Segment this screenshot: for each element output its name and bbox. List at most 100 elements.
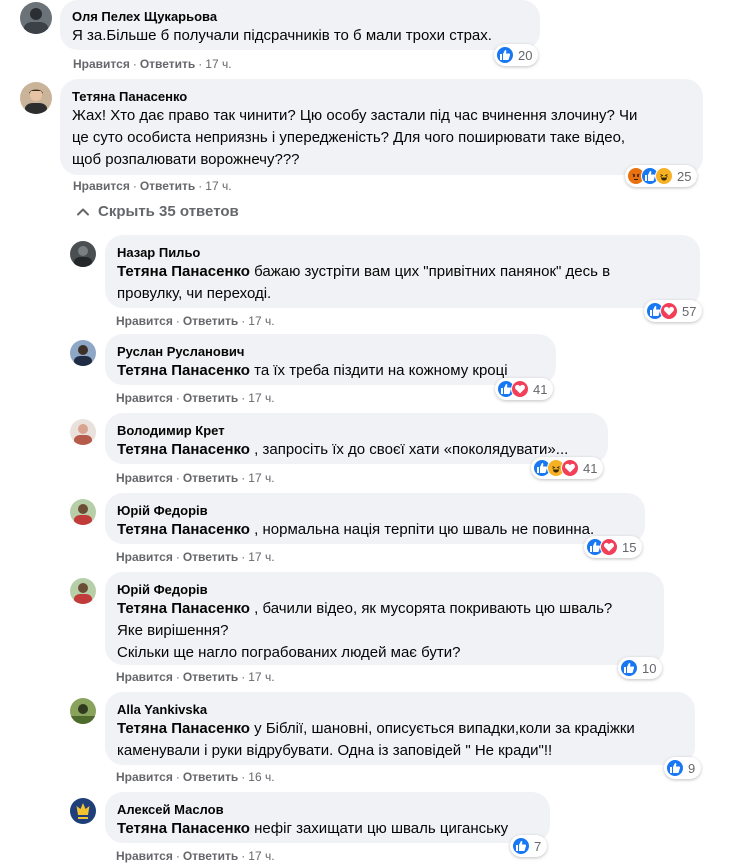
avatar[interactable] [70, 340, 96, 366]
like-button[interactable]: Нравится [73, 179, 130, 193]
reaction-summary[interactable]: 10 [618, 657, 663, 679]
avatar[interactable] [70, 698, 96, 724]
reply-button[interactable]: Ответить [183, 670, 238, 684]
reply-author[interactable]: Володимир Крет [117, 422, 596, 439]
reply-text: Тетяна Панасенко , запросіть їх до своєї… [117, 439, 596, 461]
reply-text: Тетяна Панасенко у Біблії, шановні, опис… [117, 718, 683, 762]
comment-actions: Нравится · Ответить · 17 ч. [73, 179, 232, 193]
timestamp[interactable]: 17 ч. [248, 314, 274, 328]
comment-text-line: це суто особиста неприязнь і упередженіс… [72, 129, 626, 146]
avatar[interactable] [70, 578, 96, 604]
reply-author[interactable]: Назар Пильо [117, 244, 688, 261]
reply-text-line: провулку, чи переході. [117, 285, 272, 302]
reply-actions: Нравится · Ответить · 16 ч. [116, 770, 275, 784]
timestamp[interactable]: 16 ч. [248, 770, 274, 784]
timestamp[interactable]: 17 ч. [248, 849, 274, 863]
reply-author[interactable]: Юрій Федорів [117, 502, 633, 519]
timestamp[interactable]: 17 ч. [205, 179, 231, 193]
timestamp[interactable]: 17 ч. [248, 471, 274, 485]
reaction-summary[interactable]: 41 [495, 378, 554, 400]
avatar[interactable] [70, 798, 96, 824]
avatar[interactable] [20, 82, 52, 114]
reply-text: Тетяна Панасенко нефіг захищати цю шваль… [117, 818, 538, 840]
reaction-count: 41 [583, 460, 598, 476]
like-button[interactable]: Нравится [116, 770, 173, 784]
like-icon [512, 837, 530, 855]
reply-author[interactable]: Юрій Федорів [117, 581, 652, 598]
reply-text-line: у Біблії, шановні, описується випадки,ко… [249, 720, 635, 737]
like-icon [620, 659, 638, 677]
like-button[interactable]: Нравится [116, 391, 173, 405]
reply-button[interactable]: Ответить [140, 57, 195, 71]
comment-text: Жах! Хто дає право так чинити? Цю особу … [72, 105, 691, 171]
comment-author[interactable]: Оля Пелех Щукарьова [72, 8, 528, 25]
haha-icon [655, 167, 673, 185]
reply-button[interactable]: Ответить [183, 314, 238, 328]
avatar[interactable] [70, 419, 96, 445]
like-button[interactable]: Нравится [73, 57, 130, 71]
reaction-summary[interactable]: 57 [644, 300, 703, 322]
reply-actions: Нравится · Ответить · 17 ч. [116, 391, 275, 405]
mention[interactable]: Тетяна Панасенко [117, 441, 250, 458]
reaction-summary[interactable]: 41 [531, 457, 604, 479]
avatar[interactable] [70, 241, 96, 267]
reaction-count: 10 [642, 660, 657, 676]
like-button[interactable]: Нравится [116, 314, 173, 328]
reply-text: Тетяна Панасенко , бачили відео, як мусо… [117, 598, 652, 664]
comment-text: Я за.Більше б получали підсрачників то б… [72, 25, 528, 47]
timestamp[interactable]: 17 ч. [248, 670, 274, 684]
love-icon [561, 459, 579, 477]
reply-text: Тетяна Панасенко та їх треба піздити на … [117, 360, 544, 382]
timestamp[interactable]: 17 ч. [205, 57, 231, 71]
comment-author[interactable]: Тетяна Панасенко [72, 88, 691, 105]
reply-author[interactable]: Алексей Маслов [117, 801, 538, 818]
avatar[interactable] [20, 2, 52, 34]
like-button[interactable]: Нравится [116, 550, 173, 564]
reaction-count: 25 [677, 168, 692, 184]
comment-text-line: Я за.Більше б получали підсрачників то б… [72, 27, 492, 44]
love-icon [511, 380, 529, 398]
reply-button[interactable]: Ответить [183, 770, 238, 784]
reply-button[interactable]: Ответить [140, 179, 195, 193]
mention[interactable]: Тетяна Панасенко [117, 820, 250, 837]
reply-author[interactable]: Руслан Русланович [117, 343, 544, 360]
reply-bubble: Алексей Маслов Тетяна Панасенко нефіг за… [105, 792, 550, 843]
like-button[interactable]: Нравится [116, 670, 173, 684]
reaction-summary[interactable]: 15 [584, 536, 643, 558]
like-button[interactable]: Нравится [116, 849, 173, 863]
mention[interactable]: Тетяна Панасенко [117, 720, 250, 737]
reply-text-line: , запросіть їх до своєї хати «поколядува… [249, 441, 569, 458]
reaction-summary[interactable]: 25 [625, 165, 698, 187]
reply-actions: Нравится · Ответить · 17 ч. [116, 314, 275, 328]
mention[interactable]: Тетяна Панасенко [117, 362, 250, 379]
reply-button[interactable]: Ответить [183, 849, 238, 863]
like-button[interactable]: Нравится [116, 471, 173, 485]
comment-actions: Нравится · Ответить · 17 ч. [73, 57, 232, 71]
like-icon [496, 46, 514, 64]
hide-replies-button[interactable]: Скрыть 35 ответов [76, 203, 239, 220]
reply-actions: Нравится · Ответить · 17 ч. [116, 670, 275, 684]
reaction-summary[interactable]: 9 [664, 757, 702, 779]
timestamp[interactable]: 17 ч. [248, 550, 274, 564]
reply-button[interactable]: Ответить [183, 471, 238, 485]
mention[interactable]: Тетяна Панасенко [117, 600, 250, 617]
reaction-summary[interactable]: 20 [494, 44, 539, 66]
reply-bubble: Назар Пильо Тетяна Панасенко бажаю зустр… [105, 235, 700, 308]
mention[interactable]: Тетяна Панасенко [117, 521, 250, 538]
reply-bubble: Руслан Русланович Тетяна Панасенко та їх… [105, 334, 556, 385]
reply-button[interactable]: Ответить [183, 550, 238, 564]
hide-replies-label: Скрыть 35 ответов [98, 203, 239, 220]
reply-text-line: каменували і руки відрубувати. Одна із з… [117, 742, 553, 759]
comment-bubble: Оля Пелех Щукарьова Я за.Більше б получа… [60, 0, 540, 50]
reaction-summary[interactable]: 7 [510, 835, 548, 857]
avatar[interactable] [70, 499, 96, 525]
like-icon [666, 759, 684, 777]
reply-button[interactable]: Ответить [183, 391, 238, 405]
reply-author[interactable]: Alla Yankivska [117, 701, 683, 718]
mention[interactable]: Тетяна Панасенко [117, 263, 250, 280]
reply-text-line: , нормальна нація терпіти цю шваль не по… [249, 521, 595, 538]
reaction-count: 41 [533, 381, 548, 397]
reply-actions: Нравится · Ответить · 17 ч. [116, 471, 275, 485]
reply-actions: Нравится · Ответить · 17 ч. [116, 849, 275, 863]
timestamp[interactable]: 17 ч. [248, 391, 274, 405]
